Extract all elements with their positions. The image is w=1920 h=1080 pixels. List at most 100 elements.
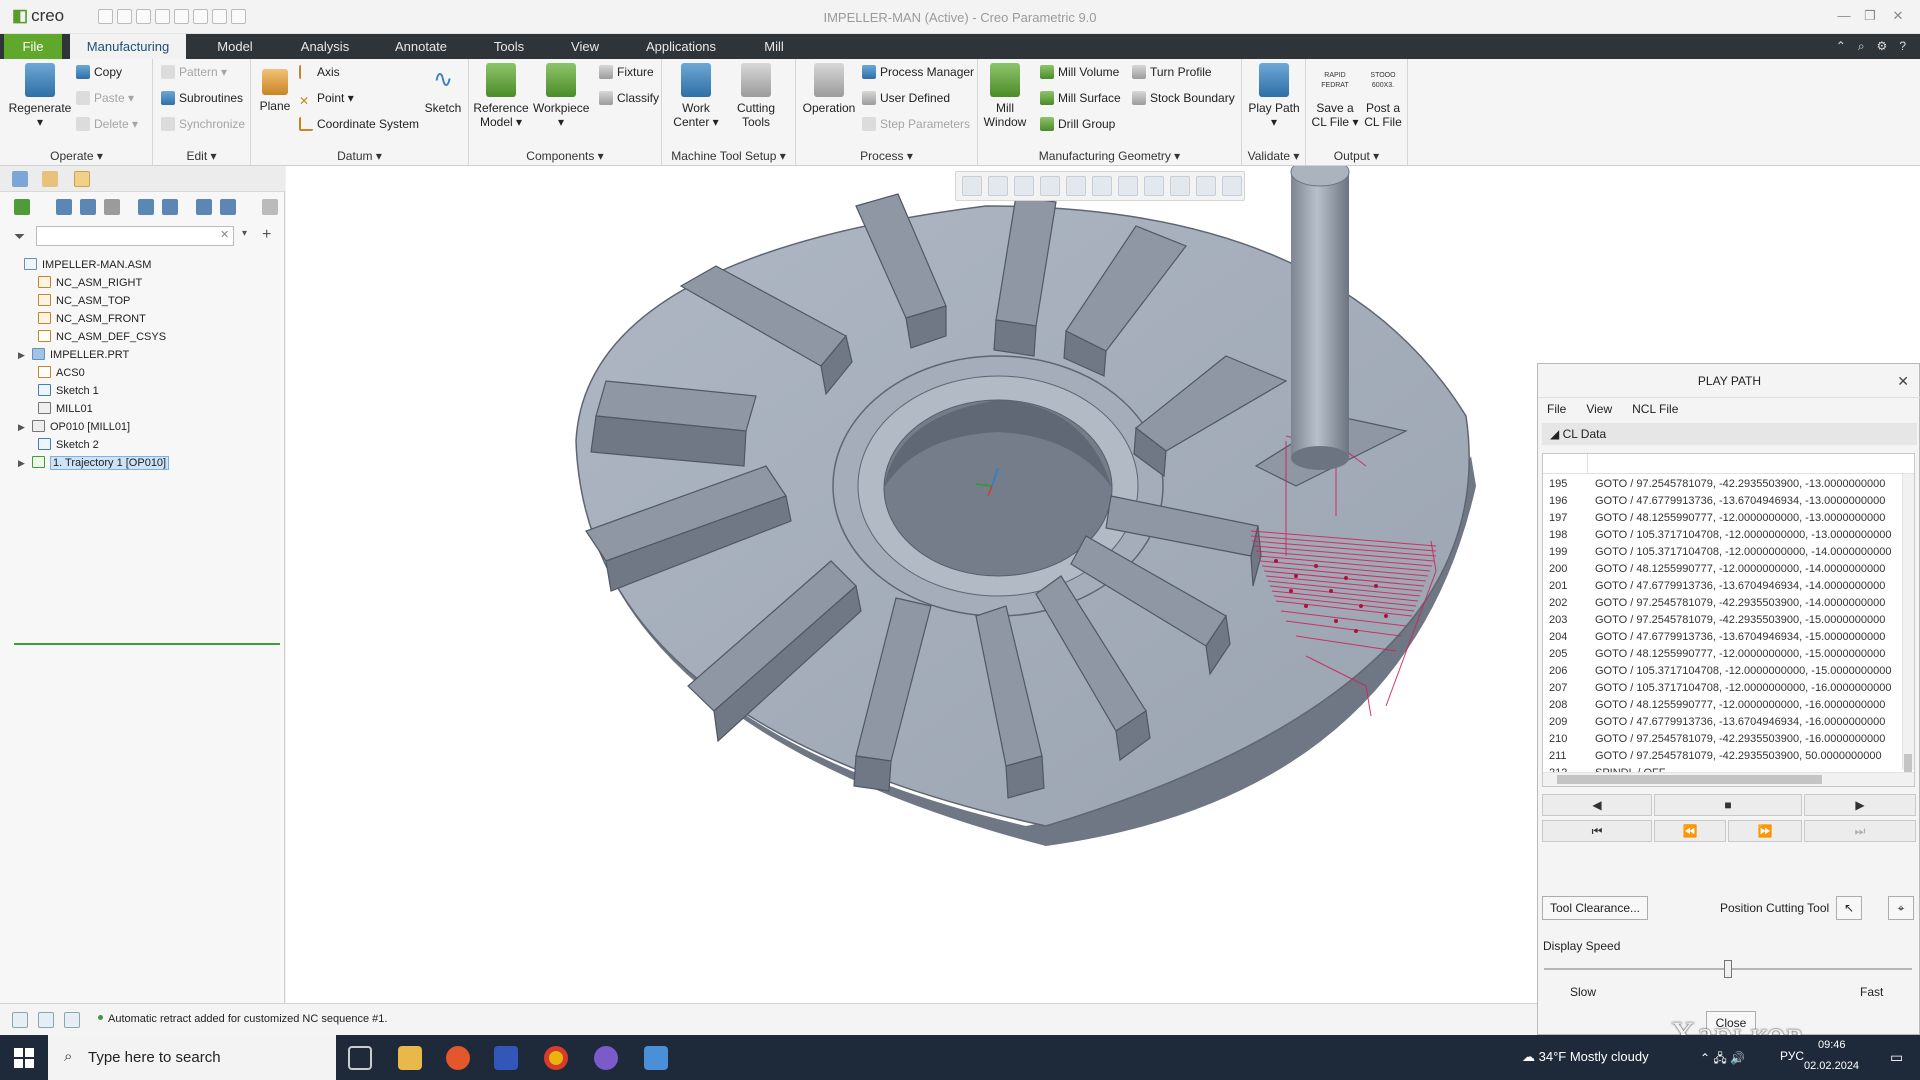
post-cl-file-button[interactable]: STOOO 600X3. Post a CL File: [1360, 63, 1406, 129]
pattern-button[interactable]: Pattern ▾: [161, 65, 227, 79]
tree-item[interactable]: NC_ASM_DEF_CSYS: [24, 328, 166, 346]
step-forward-button[interactable]: ⏩: [1728, 820, 1802, 842]
axis-button[interactable]: Axis: [299, 65, 340, 79]
stop-button[interactable]: ■: [1654, 794, 1802, 816]
show-icon[interactable]: [56, 199, 72, 215]
tree-item[interactable]: Sketch 2: [24, 436, 99, 454]
table-row[interactable]: 197 GOTO / 48.1255990777, -12.0000000000,…: [1543, 510, 1903, 527]
group-label-components[interactable]: Components ▾: [469, 149, 661, 163]
file-explorer-icon[interactable]: [398, 1046, 422, 1070]
group-label-operate[interactable]: Operate ▾: [0, 149, 153, 163]
tab-file[interactable]: File: [4, 34, 62, 59]
collapse-ribbon-icon[interactable]: ⌃: [1836, 39, 1846, 54]
refit-icon[interactable]: [962, 176, 982, 196]
zoom-out-icon[interactable]: [1014, 176, 1034, 196]
maximize-icon[interactable]: ❐: [1862, 8, 1878, 24]
table-row[interactable]: 210 GOTO / 97.2545781079, -42.2935503900,…: [1543, 731, 1903, 748]
folder-browser-tab-icon[interactable]: [42, 171, 58, 187]
table-row[interactable]: 208 GOTO / 48.1255990777, -12.0000000000,…: [1543, 697, 1903, 714]
favorites-tab-icon[interactable]: [74, 171, 90, 187]
status-bar-toggle-icon[interactable]: [12, 1012, 28, 1028]
paste-button[interactable]: Paste ▾: [76, 91, 134, 105]
graphics-toolbar-icon[interactable]: [64, 1012, 80, 1028]
work-center-button[interactable]: Work Center ▾: [668, 63, 724, 129]
drill-group-button[interactable]: Drill Group: [1040, 117, 1115, 131]
save-cl-file-button[interactable]: RAPID FEDRAT Save a CL File ▾: [1310, 63, 1360, 129]
filter-dropdown-icon[interactable]: ▾: [242, 228, 258, 244]
table-row[interactable]: 198 GOTO / 105.3717104708, -12.0000000000…: [1543, 527, 1903, 544]
play-backward-button[interactable]: ◀: [1542, 794, 1652, 816]
windows-start-icon[interactable]: [14, 1048, 34, 1068]
tree-item[interactable]: Sketch 1: [24, 382, 99, 400]
chrome-icon[interactable]: [544, 1046, 568, 1070]
mill-surface-button[interactable]: Mill Surface: [1040, 91, 1121, 105]
tree-item[interactable]: NC_ASM_RIGHT: [24, 274, 142, 292]
mill-window-button[interactable]: Mill Window: [982, 63, 1028, 129]
taskbar-search-box[interactable]: ⌕ Type here to search: [48, 1035, 336, 1080]
tab-model[interactable]: Model: [200, 34, 270, 59]
minimize-icon[interactable]: —: [1836, 8, 1852, 24]
horizontal-scrollbar[interactable]: [1543, 772, 1914, 786]
reference-model-button[interactable]: Reference Model ▾: [473, 63, 529, 129]
tree-item[interactable]: IMPELLER-MAN.ASM: [10, 256, 151, 274]
tree-item[interactable]: ▶ IMPELLER.PRT: [18, 346, 129, 364]
tree-item[interactable]: NC_ASM_TOP: [24, 292, 130, 310]
workpiece-button[interactable]: Workpiece ▾: [533, 63, 589, 129]
annotation-display-icon[interactable]: [1170, 176, 1190, 196]
play-forward-button[interactable]: ▶: [1804, 794, 1916, 816]
process-manager-button[interactable]: Process Manager: [862, 65, 974, 79]
copy-button[interactable]: Copy: [76, 65, 122, 79]
group-label-edit[interactable]: Edit ▾: [153, 149, 250, 163]
table-row[interactable]: 199 GOTO / 105.3717104708, -12.0000000000…: [1543, 544, 1903, 561]
group-label-process[interactable]: Process ▾: [796, 149, 977, 163]
saved-orientations-icon[interactable]: [1092, 176, 1112, 196]
table-row[interactable]: 211 GOTO / 97.2545781079, -42.2935503900,…: [1543, 748, 1903, 765]
delete-button[interactable]: Delete ▾: [76, 117, 138, 131]
save-app-icon[interactable]: [494, 1046, 518, 1070]
table-row[interactable]: 203 GOTO / 97.2545781079, -42.2935503900,…: [1543, 612, 1903, 629]
play-path-button[interactable]: Play Path ▾: [1248, 63, 1300, 129]
creo-taskbar-icon[interactable]: [644, 1046, 668, 1070]
view-manager-icon[interactable]: [1118, 176, 1138, 196]
repaint-icon[interactable]: [1040, 176, 1060, 196]
add-filter-icon[interactable]: +: [262, 226, 278, 243]
menu-file[interactable]: File: [1547, 398, 1566, 420]
navigator-icon[interactable]: [38, 1012, 54, 1028]
clear-filter-icon[interactable]: ✕: [220, 228, 236, 244]
group-label-validate[interactable]: Validate ▾: [1242, 149, 1305, 163]
tab-annotate[interactable]: Annotate: [384, 34, 458, 59]
table-row[interactable]: 202 GOTO / 97.2545781079, -42.2935503900,…: [1543, 595, 1903, 612]
vertical-scrollbar[interactable]: [1902, 474, 1914, 778]
weather[interactable]: ☁ 34°F Mostly cloudy: [1522, 1049, 1649, 1065]
menu-ncl-file[interactable]: NCL File: [1632, 398, 1678, 420]
group-label-manufacturing-geometry[interactable]: Manufacturing Geometry ▾: [978, 149, 1241, 163]
tree-settings-icon[interactable]: [138, 199, 154, 215]
tree-filters-icon[interactable]: [104, 199, 120, 215]
rewind-to-start-button[interactable]: ⏮: [1542, 820, 1652, 842]
tree-item[interactable]: ACS0: [24, 364, 85, 382]
tab-analysis[interactable]: Analysis: [290, 34, 360, 59]
find-icon[interactable]: [220, 199, 236, 215]
operation-button[interactable]: Operation: [800, 63, 858, 115]
tool-clearance-button[interactable]: Tool Clearance...: [1542, 896, 1648, 920]
insert-here-marker[interactable]: [14, 643, 280, 645]
tab-view[interactable]: View: [556, 34, 614, 59]
tab-mill[interactable]: Mill: [742, 34, 806, 59]
stock-boundary-button[interactable]: Stock Boundary: [1132, 91, 1235, 105]
table-row[interactable]: 195 GOTO / 97.2545781079, -42.2935503900,…: [1543, 476, 1903, 493]
step-parameters-button[interactable]: Step Parameters: [862, 117, 970, 131]
settings-icon[interactable]: ⚙: [1877, 39, 1888, 54]
clock-time[interactable]: 09:46: [1818, 1039, 1846, 1051]
table-row[interactable]: 209 GOTO / 47.6779913736, -13.6704946934,…: [1543, 714, 1903, 731]
viber-icon[interactable]: [594, 1046, 618, 1070]
zoom-in-icon[interactable]: [988, 176, 1008, 196]
table-row[interactable]: 196 GOTO / 47.6779913736, -13.6704946934,…: [1543, 493, 1903, 510]
tab-applications[interactable]: Applications: [634, 34, 728, 59]
go-to-end-button[interactable]: ⏭: [1804, 820, 1916, 842]
fixture-button[interactable]: Fixture: [599, 65, 654, 79]
language-indicator[interactable]: РУС: [1780, 1049, 1804, 1063]
axis-display-icon[interactable]: ⌖: [1888, 896, 1914, 920]
tree-item[interactable]: ▶ OP010 [MILL01]: [18, 418, 130, 436]
expand-icon[interactable]: [162, 199, 178, 215]
model-tree-tab-icon[interactable]: [12, 171, 28, 187]
